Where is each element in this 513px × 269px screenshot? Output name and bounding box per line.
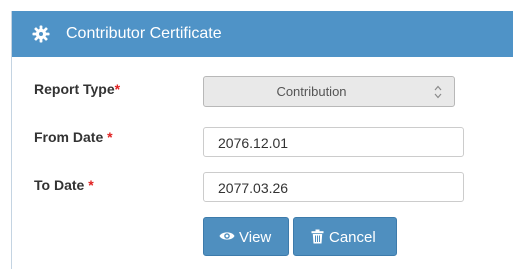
from-date-label-text: From Date xyxy=(34,129,108,145)
required-mark: * xyxy=(107,129,113,145)
to-date-label: To Date * xyxy=(34,176,94,194)
panel-title: Contributor Certificate xyxy=(66,25,222,42)
panel-header: Contributor Certificate xyxy=(12,11,513,57)
cancel-button-label: Cancel xyxy=(329,229,376,246)
gear-icon xyxy=(32,25,50,43)
from-date-value: 2076.12.01 xyxy=(218,135,289,151)
view-button[interactable]: View xyxy=(203,217,289,256)
required-mark: * xyxy=(114,81,121,97)
to-date-input[interactable]: 2077.03.26 xyxy=(203,172,464,202)
to-date-value: 2077.03.26 xyxy=(218,180,289,196)
certificate-panel: Contributor Certificate Report Type* Con… xyxy=(11,11,513,269)
from-date-input[interactable]: 2076.12.01 xyxy=(203,127,464,157)
to-date-label-text: To Date xyxy=(34,177,89,193)
report-type-value: Contribution xyxy=(276,84,347,99)
report-type-select[interactable]: Contribution xyxy=(203,76,455,107)
select-arrows-icon xyxy=(434,85,442,99)
eye-icon xyxy=(219,232,235,240)
report-type-label: Report Type* xyxy=(34,80,120,98)
required-mark: * xyxy=(88,177,94,193)
trash-icon xyxy=(311,229,324,244)
view-button-label: View xyxy=(239,229,272,246)
report-type-label-text: Report Type xyxy=(34,81,115,97)
from-date-label: From Date * xyxy=(34,128,113,146)
cancel-button[interactable]: Cancel xyxy=(293,217,397,256)
